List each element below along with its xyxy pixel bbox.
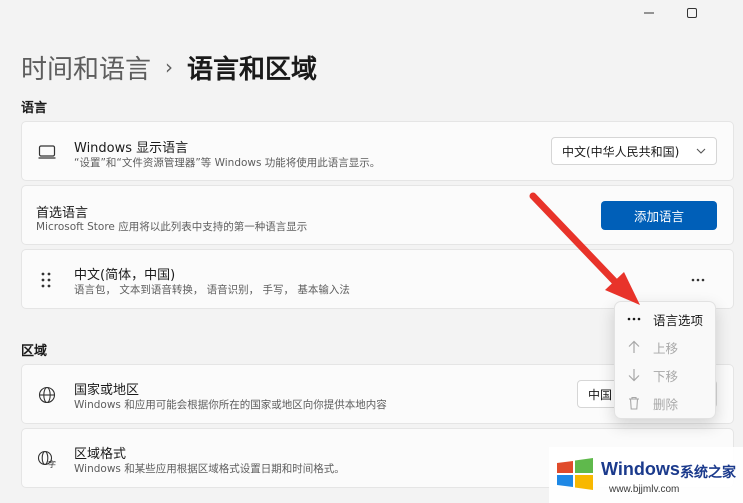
watermark-brand: Windows	[601, 459, 680, 479]
watermark: Windows 系统之家 www.bjjmlv.com	[549, 447, 743, 503]
watermark-site: 系统之家	[680, 465, 736, 481]
windows-logo-icon	[557, 458, 593, 490]
watermark-url: www.bjjmlv.com	[609, 484, 680, 495]
annotation-arrow	[529, 192, 640, 305]
